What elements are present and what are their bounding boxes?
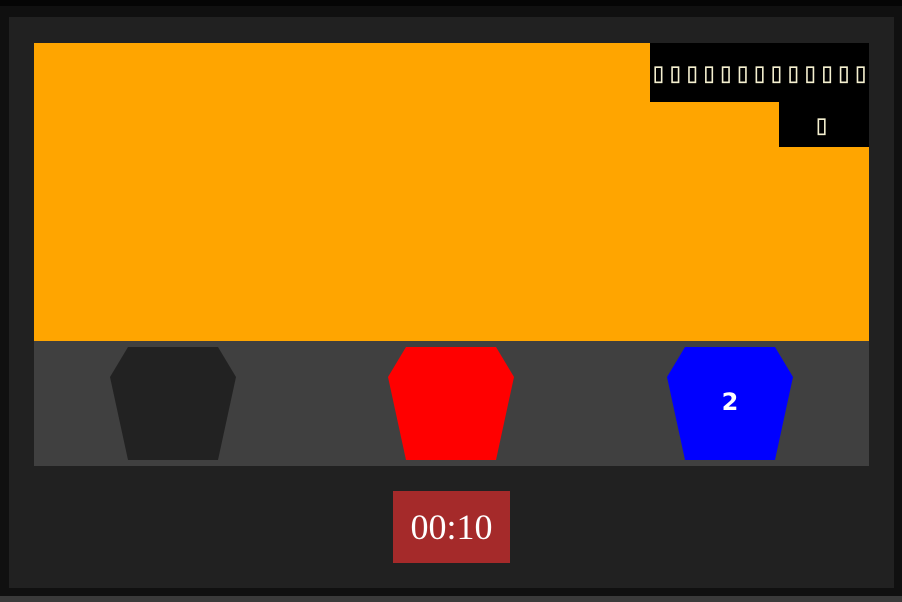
bucket-tray: 2 bbox=[34, 341, 869, 466]
bucket-label bbox=[388, 347, 514, 460]
bucket-label bbox=[110, 347, 236, 460]
score-display: ▯▯▯▯▯▯▯▯▯▯▯▯▯▯ bbox=[650, 43, 869, 102]
bucket-red[interactable] bbox=[388, 347, 514, 460]
countdown-timer: 00:10 bbox=[393, 491, 510, 563]
bucket-label: 2 bbox=[721, 388, 739, 416]
bucket-black[interactable] bbox=[110, 347, 236, 460]
window-top-strip bbox=[0, 0, 902, 6]
window-bottom-strip bbox=[0, 596, 902, 602]
bucket-blue[interactable]: 2 bbox=[667, 347, 793, 460]
count-display: ▯ bbox=[779, 102, 869, 147]
